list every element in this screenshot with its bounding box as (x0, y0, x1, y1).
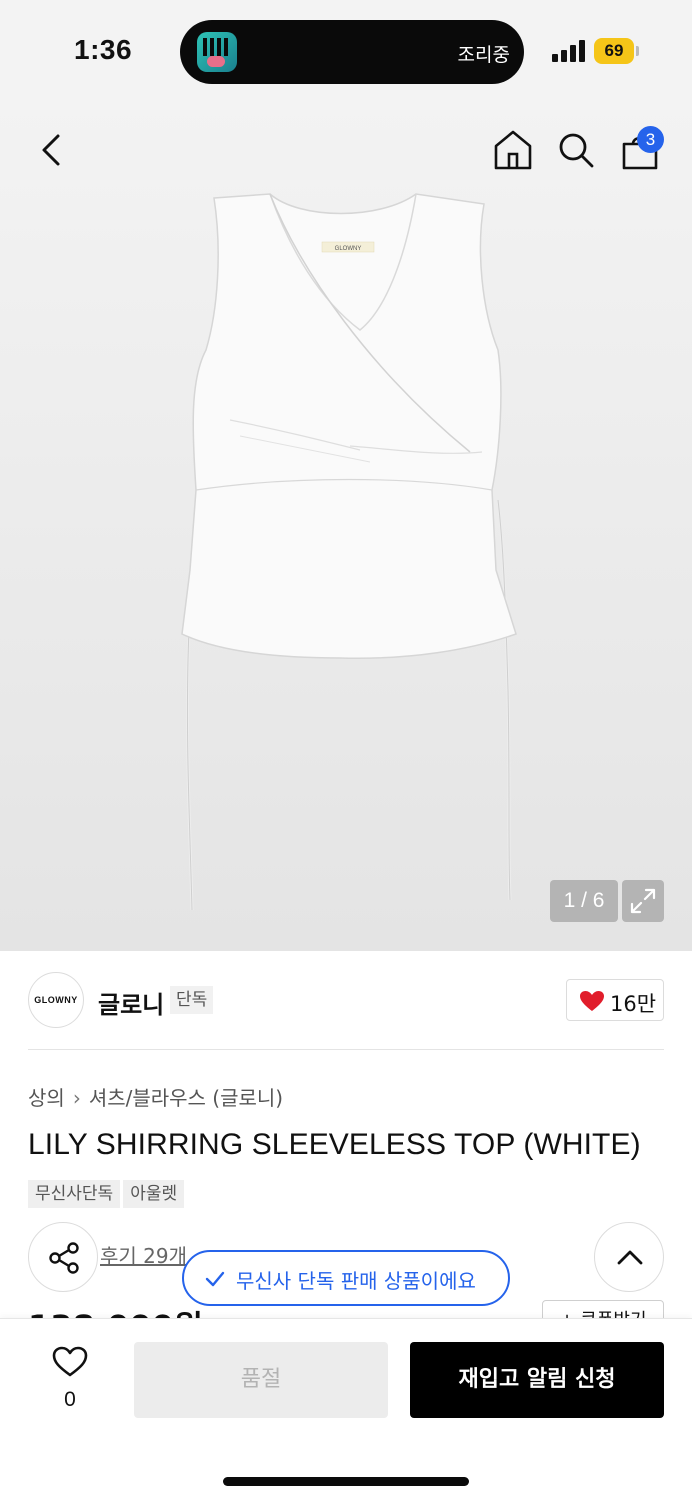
expand-icon[interactable] (622, 880, 664, 922)
garment-label-text: GLOWNY (335, 246, 362, 252)
brand-logo[interactable]: GLOWNY (28, 972, 84, 1028)
check-icon (205, 1271, 225, 1287)
status-bar: 1:36 조리중 69 (0, 0, 692, 100)
share-icon (49, 1242, 79, 1274)
island-status-text: 조리중 (457, 44, 510, 66)
breadcrumb: 상의 › 셔츠/블라우스 (글로니) (28, 1082, 283, 1111)
product-tag: 무신사단독 (28, 1180, 121, 1208)
back-icon[interactable] (34, 128, 74, 172)
cart-count-badge: 3 (637, 126, 664, 153)
heart-outline-icon (52, 1346, 88, 1377)
battery-icon: 69 (594, 38, 634, 64)
review-link[interactable]: 후기 29개 (100, 1240, 187, 1269)
wishlist-button[interactable]: 0 (40, 1344, 100, 1414)
wishlist-count: 0 (64, 1388, 76, 1411)
sold-out-button: 품절 (134, 1342, 388, 1418)
product-tag: 아울렛 (123, 1180, 185, 1208)
product-title: LILY SHIRRING SLEEVELESS TOP (WHITE) (28, 1128, 641, 1161)
battery-tip (636, 46, 639, 56)
chevron-right-icon: › (72, 1086, 81, 1110)
product-image[interactable]: GLOWNY (170, 190, 530, 920)
exclusive-tag: 단독 (170, 986, 214, 1014)
share-button[interactable] (28, 1222, 98, 1292)
home-indicator[interactable] (223, 1477, 469, 1486)
signal-icon (552, 40, 586, 62)
section-divider (28, 1049, 664, 1050)
exclusive-toast: 무신사 단독 판매 상품이에요 (182, 1250, 510, 1306)
breadcrumb-category[interactable]: 상의 (28, 1086, 65, 1110)
status-time: 1:36 (74, 34, 133, 65)
search-icon[interactable] (556, 130, 596, 170)
home-icon[interactable] (492, 128, 534, 172)
scroll-top-button[interactable] (594, 1222, 664, 1292)
app-icon (197, 32, 237, 72)
heart-filled-icon (580, 991, 604, 1011)
image-counter: 1 / 6 (550, 880, 618, 922)
chevron-up-icon (617, 1250, 643, 1265)
brand-like-count: 16만 (610, 992, 657, 1016)
restock-alert-button[interactable]: 재입고 알림 신청 (410, 1342, 664, 1418)
product-tags: 무신사단독 아울렛 (28, 1180, 187, 1208)
dynamic-island[interactable]: 조리중 (180, 20, 524, 84)
brand-like-button[interactable]: 16만 (566, 979, 664, 1021)
brand-name[interactable]: 글로니 (98, 985, 164, 1020)
breadcrumb-subcategory[interactable]: 셔츠/블라우스 (글로니) (89, 1086, 283, 1110)
toast-text: 무신사 단독 판매 상품이에요 (236, 1269, 476, 1293)
